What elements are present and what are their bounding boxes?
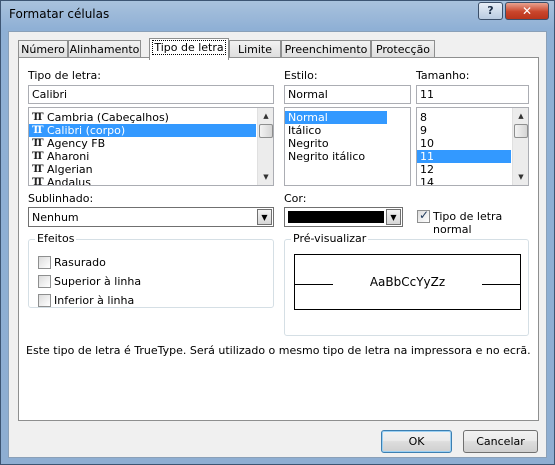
font-list[interactable]: TT Cambria (Cabeçalhos) TT Calibri (corpo)…: [28, 107, 274, 186]
chevron-down-icon[interactable]: ▼: [257, 209, 272, 225]
font-tab-panel: Tipo de letra: Calibri TT Cambria (Cabeça…: [18, 57, 539, 421]
effects-title: Efeitos: [35, 232, 77, 245]
subscript-checkbox[interactable]: [38, 294, 51, 307]
truetype-info-text: Este tipo de letra é TrueType. Será util…: [26, 344, 531, 357]
tab-label: Limite: [237, 43, 273, 56]
underline-value: Nenhum: [32, 211, 79, 224]
cancel-button[interactable]: Cancelar: [463, 430, 538, 453]
list-item[interactable]: Negrito itálico: [285, 150, 410, 163]
tab-label: Protecção: [375, 43, 431, 56]
list-item[interactable]: TT Andalus: [29, 176, 273, 186]
title-bar: Formatar células ? ✕: [1, 1, 554, 27]
list-item[interactable]: Normal: [285, 111, 387, 124]
scroll-down-icon[interactable]: ▼: [259, 170, 273, 184]
chevron-down-icon[interactable]: ▼: [386, 209, 401, 225]
tab-font[interactable]: Tipo de letra: [149, 38, 229, 60]
underline-label: Sublinhado:: [28, 192, 94, 205]
style-input[interactable]: Normal: [284, 85, 411, 104]
list-item[interactable]: Itálico: [285, 124, 410, 137]
font-list-scrollbar[interactable]: ▲ ▼: [257, 108, 273, 185]
font-label: Tipo de letra:: [28, 69, 101, 82]
list-item[interactable]: TT Calibri (corpo): [29, 124, 256, 137]
color-label: Cor:: [284, 192, 307, 205]
list-item[interactable]: TT Agency FB: [29, 137, 273, 150]
ok-button[interactable]: OK: [381, 430, 452, 453]
tab-label: Preenchimento: [284, 43, 368, 56]
preview-title: Pré-visualizar: [291, 232, 369, 245]
size-list-scrollbar[interactable]: ▲ ▼: [512, 108, 528, 185]
tab-label: Alinhamento: [69, 43, 140, 56]
tab-label: Tipo de letra: [152, 40, 226, 55]
tab-label: Número: [21, 43, 65, 56]
scroll-thumb[interactable]: [514, 124, 528, 138]
scroll-thumb[interactable]: [259, 124, 273, 138]
list-item-label: Agency FB: [47, 137, 106, 150]
list-item[interactable]: TT Cambria (Cabeçalhos): [29, 111, 273, 124]
subscript-label: Inferior à linha: [54, 294, 135, 307]
scroll-up-icon[interactable]: ▲: [514, 109, 528, 123]
font-name-input[interactable]: Calibri: [28, 85, 274, 104]
list-item[interactable]: 11: [417, 150, 511, 163]
truetype-font-icon: TT: [32, 125, 43, 136]
help-button[interactable]: ?: [478, 2, 503, 20]
strikethrough-label: Rasurado: [54, 256, 106, 269]
effects-group: Efeitos Rasurado Superior à linha Inferi…: [28, 232, 274, 308]
list-item[interactable]: Negrito: [285, 137, 410, 150]
strikethrough-checkbox[interactable]: [38, 256, 51, 269]
list-item-label: Andalus: [47, 176, 91, 186]
dialog-client-area: Número Alinhamento Tipo de letra Limite …: [8, 31, 547, 458]
truetype-font-icon: TT: [32, 112, 43, 123]
preview-box: AaBbCcYyZz: [294, 254, 521, 310]
close-button[interactable]: ✕: [505, 2, 549, 20]
truetype-font-icon: TT: [32, 138, 43, 149]
truetype-font-icon: TT: [32, 151, 43, 162]
list-item-label: Calibri (corpo): [47, 124, 126, 137]
list-item-label: Cambria (Cabeçalhos): [47, 111, 169, 124]
truetype-font-icon: TT: [32, 164, 43, 175]
color-picker[interactable]: ▼: [284, 207, 403, 227]
style-list[interactable]: Normal Itálico Negrito Negrito itálico: [284, 107, 411, 186]
superscript-label: Superior à linha: [54, 275, 142, 288]
list-item-label: Aharoni: [47, 150, 90, 163]
style-list-items: Normal Itálico Negrito Negrito itálico: [285, 108, 410, 163]
preview-baseline-right: [482, 284, 520, 285]
preview-sample-text: AaBbCcYyZz: [369, 275, 446, 289]
font-list-items: TT Cambria (Cabeçalhos) TT Calibri (corpo)…: [29, 108, 273, 186]
color-swatch: [288, 211, 384, 223]
underline-dropdown[interactable]: Nenhum ▼: [28, 207, 274, 227]
list-item[interactable]: TT Algerian: [29, 163, 273, 176]
list-item-label: Algerian: [47, 163, 93, 176]
scroll-down-icon[interactable]: ▼: [514, 170, 528, 184]
size-list[interactable]: 8 9 10 11 12 14 ▲ ▼: [416, 107, 529, 186]
list-item[interactable]: TT Aharoni: [29, 150, 273, 163]
truetype-font-icon: TT: [32, 177, 43, 186]
format-cells-dialog: Formatar células ? ✕ Número Alinhamento …: [0, 0, 555, 465]
preview-group: Pré-visualizar AaBbCcYyZz: [284, 232, 529, 336]
superscript-checkbox[interactable]: [38, 275, 51, 288]
style-label: Estilo:: [284, 69, 318, 82]
normal-font-checkbox[interactable]: [417, 208, 430, 223]
size-label: Tamanho:: [416, 69, 470, 82]
size-input[interactable]: 11: [416, 85, 529, 104]
normal-font-label: Tipo de letra normal: [433, 210, 503, 236]
scroll-up-icon[interactable]: ▲: [259, 109, 273, 123]
window-title: Formatar células: [9, 7, 110, 21]
